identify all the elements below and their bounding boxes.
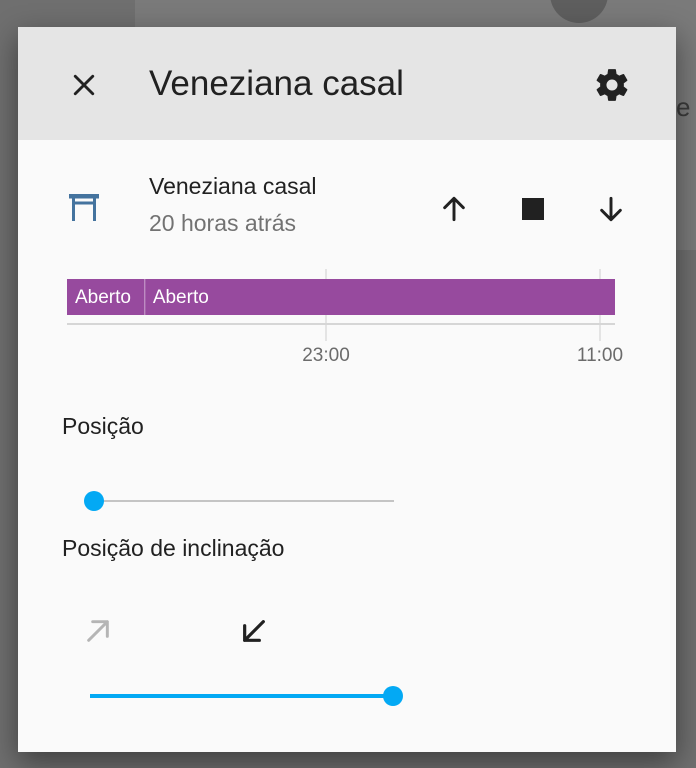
window-shutter-icon [69, 194, 99, 221]
close-button[interactable] [62, 63, 106, 107]
tilt-slider-fill [90, 694, 393, 698]
open-cover-button[interactable] [432, 187, 476, 231]
timeline-tick-label: 11:00 [577, 345, 623, 366]
open-tilt-button[interactable] [76, 609, 120, 653]
timeline-tick-label: 23:00 [302, 345, 350, 366]
history-segment[interactable] [144, 279, 615, 315]
history-segment-label: Aberto [153, 287, 209, 308]
position-slider[interactable] [84, 489, 394, 513]
tilt-slider-thumb[interactable] [383, 686, 403, 706]
stop-cover-button[interactable] [511, 187, 555, 231]
position-slider-thumb[interactable] [84, 491, 104, 511]
position-slider-track [94, 500, 394, 502]
close-cover-button[interactable] [589, 187, 633, 231]
settings-button[interactable] [588, 61, 636, 109]
stop-icon [522, 198, 544, 220]
dialog-header: Veneziana casal [18, 27, 676, 140]
dialog-title: Veneziana casal [149, 64, 404, 103]
arrow-bottom-left-icon [243, 620, 265, 642]
more-info-dialog: Veneziana casal Veneziana casal 20 horas… [18, 27, 676, 752]
arrow-down-icon [600, 196, 622, 222]
position-label: Posição [62, 413, 144, 439]
entity-last-changed: 20 horas atrás [149, 210, 297, 236]
tilt-slider[interactable] [90, 684, 403, 708]
arrow-top-right-icon [87, 620, 109, 642]
history-timeline[interactable]: Aberto Aberto 23:00 11:00 [18, 263, 676, 373]
entity-name: Veneziana casal [149, 173, 317, 199]
background-text: e [676, 92, 691, 122]
gear-icon [596, 69, 628, 101]
close-icon [73, 74, 95, 96]
history-segment-label: Aberto [75, 287, 131, 308]
tilt-position-label: Posição de inclinação [62, 535, 285, 561]
arrow-up-icon [443, 196, 465, 222]
close-tilt-button[interactable] [232, 609, 276, 653]
